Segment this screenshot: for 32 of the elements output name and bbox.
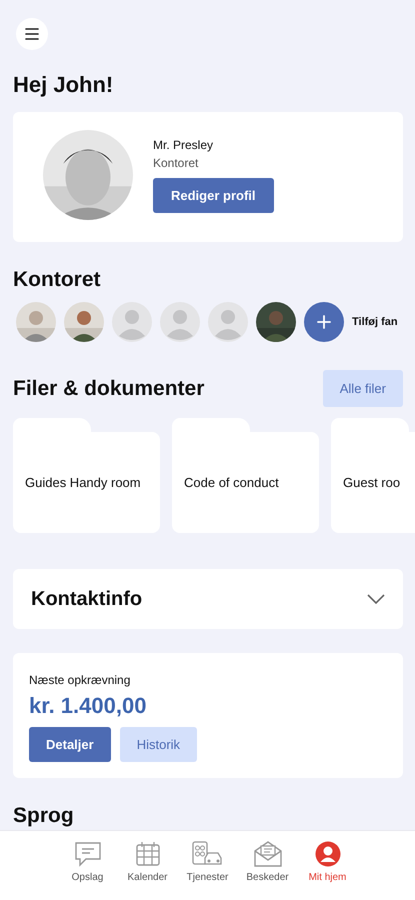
profile-group: Kontoret	[153, 156, 198, 170]
chat-icon	[74, 841, 102, 867]
nav-tab[interactable]: Mit hjem	[304, 841, 350, 900]
menu-icon	[25, 28, 39, 40]
details-button[interactable]: Detaljer	[29, 727, 111, 762]
contact-card[interactable]: Kontaktinfo	[13, 569, 403, 629]
mail-icon	[252, 841, 282, 867]
calendar-icon	[134, 841, 160, 867]
contact-title: Kontaktinfo	[31, 588, 142, 610]
nav-tab[interactable]: Kalender	[124, 841, 170, 900]
nav-tab[interactable]: Opslag	[64, 841, 110, 900]
edit-profile-button[interactable]: Rediger profil	[153, 178, 274, 212]
menu-button[interactable]	[16, 18, 48, 50]
plus-icon	[317, 315, 331, 329]
nav-tab[interactable]: Beskeder	[244, 841, 290, 900]
section-title: Sprog	[13, 804, 75, 828]
profile-icon	[314, 841, 340, 867]
section-title: Kontoret	[13, 268, 102, 292]
billing-label: Næste opkrævning	[29, 673, 130, 687]
billing-amount: kr. 1.400,00	[29, 693, 146, 719]
avatar-placeholder-icon	[160, 302, 200, 342]
services-icon	[190, 841, 224, 867]
add-button[interactable]	[304, 302, 344, 342]
avatar-placeholder-icon	[208, 302, 248, 342]
history-button[interactable]: Historik	[120, 727, 198, 762]
avatar-placeholder-icon	[112, 302, 152, 342]
all-files-button[interactable]: Alle filer	[322, 370, 403, 407]
section-title: Filer & dokumenter	[13, 376, 204, 400]
profile-name: Mr. Presley	[153, 138, 214, 152]
greeting-title: Hej John!	[13, 72, 114, 98]
nav-tab[interactable]: Tjenester	[184, 841, 230, 900]
add-label: Tilføj fan	[352, 316, 398, 328]
